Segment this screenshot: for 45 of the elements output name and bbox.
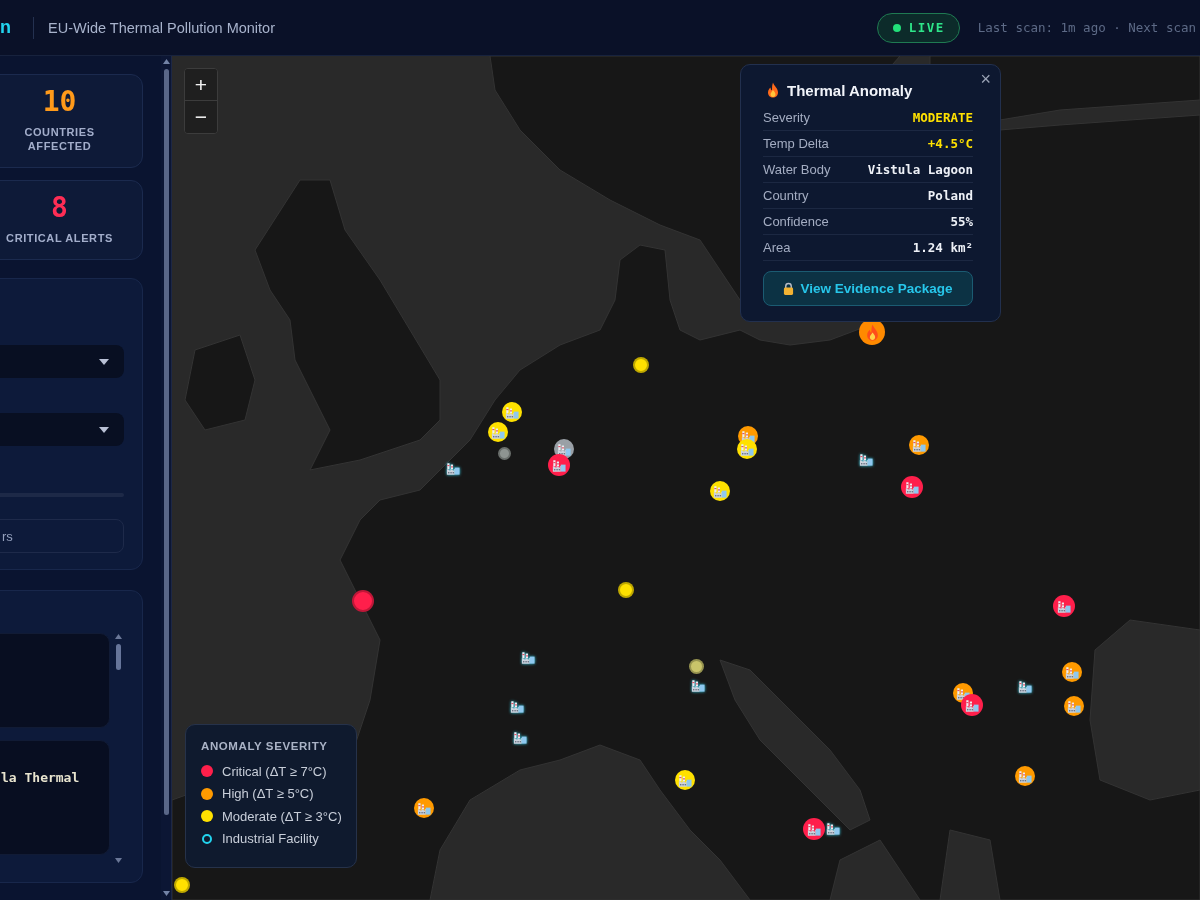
close-button[interactable]: × (976, 68, 995, 90)
scroll-down-icon[interactable] (114, 858, 122, 863)
dropdown-field[interactable] (0, 345, 124, 378)
popup-title: Thermal Anomaly (787, 81, 913, 99)
app-title: EU-Wide Thermal Pollution Monitor (48, 19, 275, 36)
field-label: Water Body (763, 162, 831, 177)
dropdown-field[interactable] (0, 413, 124, 446)
field-value: MODERATE (912, 110, 973, 125)
live-label: LIVE (908, 20, 945, 35)
stat-value: 8 (51, 192, 68, 224)
stat-label: COUNTRIES AFFECTED (23, 125, 96, 153)
legend-label: Industrial Facility (222, 831, 319, 847)
scrollbar-thumb[interactable] (163, 69, 169, 815)
logo-text: n (0, 17, 11, 38)
stat-value: 10 (42, 86, 77, 118)
alert-title: la Thermal (1, 770, 80, 785)
legend-label: Critical (ΔT ≥ 7°C) (222, 763, 327, 779)
flame-icon (767, 82, 779, 98)
field-value: Vistula Lagoon (867, 162, 973, 177)
outline-button[interactable]: rs (0, 519, 124, 553)
field-label: Temp Delta (763, 136, 829, 151)
field-value: Poland (927, 188, 973, 203)
caret-icon (99, 358, 109, 365)
field-value: 55% (950, 214, 973, 229)
legend-title: ANOMALY SEVERITY (201, 739, 329, 753)
scrollbar-thumb[interactable] (115, 644, 121, 670)
lock-icon (783, 282, 795, 295)
stat-label: CRITICAL ALERTS (6, 231, 113, 245)
field-label: Country (763, 188, 809, 203)
scan-status: Last scan: 1m ago · Next scan (977, 20, 1196, 35)
caret-icon (99, 426, 109, 433)
scroll-up-icon[interactable] (114, 634, 122, 639)
field-label: Area (763, 240, 791, 255)
status-dot-icon (892, 23, 901, 32)
scroll-down-icon[interactable] (162, 891, 170, 896)
evidence-button[interactable]: View Evidence Package (763, 271, 973, 306)
scroll-up-icon[interactable] (162, 59, 170, 64)
legend-label: Moderate (ΔT ≥ 3°C) (222, 808, 342, 824)
field-label: Confidence (763, 214, 829, 229)
field-value: +4.5°C (927, 136, 973, 151)
field-label: Severity (763, 110, 810, 125)
field-value: 1.24 km² (912, 240, 973, 255)
zoom-in-button[interactable]: + (185, 69, 217, 101)
alert-card[interactable]: la Thermal (0, 740, 110, 855)
legend-label: High (ΔT ≥ 5°C) (222, 786, 314, 802)
